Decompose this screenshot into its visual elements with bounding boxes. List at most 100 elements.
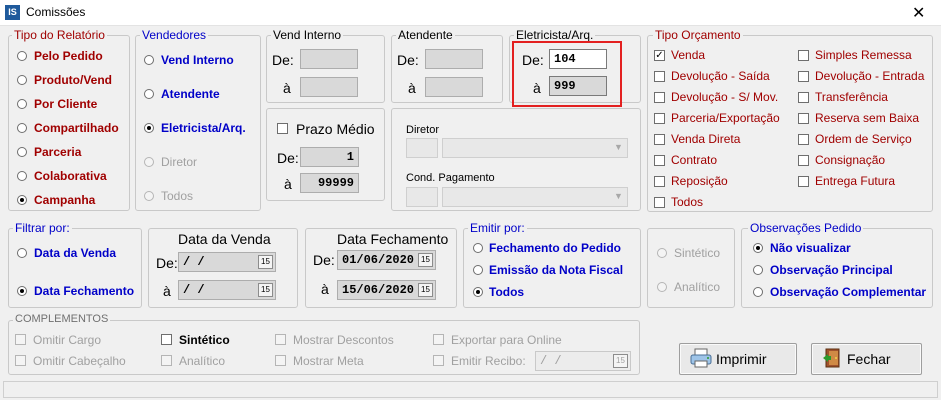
omitir-cargo-checkbox[interactable] — [15, 334, 26, 345]
tipo-relatorio-radio-compartilhado[interactable] — [17, 123, 27, 133]
orcamento-checkbox-contrato[interactable] — [654, 155, 665, 166]
vendedores-option-diretor: Diretor — [161, 155, 198, 169]
sa-radio-analitico[interactable] — [657, 282, 667, 292]
atendente-de-input[interactable] — [425, 49, 483, 69]
close-icon[interactable]: ✕ — [912, 3, 925, 23]
exportar-online-label: Exportar para Online — [451, 333, 562, 347]
tipo-relatorio-radio-produto-vend[interactable] — [17, 75, 27, 85]
calendar-icon[interactable]: 15 — [258, 283, 273, 297]
analitico-checkbox[interactable] — [161, 355, 172, 366]
orcamento-checkbox-venda-direta[interactable] — [654, 134, 665, 145]
filtrar-radio-data-da-venda[interactable] — [17, 248, 27, 258]
calendar-icon[interactable]: 15 — [418, 283, 433, 297]
app-icon: IS — [5, 5, 20, 20]
observacoes-radio-observacao-complementar[interactable] — [753, 287, 763, 297]
filtrar-option-data-da-venda: Data da Venda — [34, 246, 117, 260]
sintetico-checkbox[interactable] — [161, 334, 172, 345]
orcamento-checkbox-reposicao[interactable] — [654, 176, 665, 187]
status-bar — [3, 381, 938, 398]
title-bar — [0, 0, 941, 26]
vendedores-radio-todos[interactable] — [144, 191, 154, 201]
orcamento-checkbox-reserva-sem-baixa[interactable] — [798, 113, 809, 124]
orcamento-checkbox-todos[interactable] — [654, 197, 665, 208]
vend-interno-de-input[interactable] — [300, 49, 358, 69]
orcamento-checkbox-entrega-futura[interactable] — [798, 176, 809, 187]
observacoes-label: Observações Pedido — [748, 221, 864, 235]
vendedores-option-eletricista-arq: Eletricista/Arq. — [161, 121, 246, 135]
emitir-por-label: Emitir por: — [468, 221, 527, 235]
emitir-recibo-checkbox[interactable] — [433, 355, 444, 366]
recibo-calendar-icon[interactable]: 15 — [613, 354, 628, 368]
sa-option-analitico: Analítico — [674, 280, 721, 294]
vend-interno-a-input[interactable] — [300, 77, 358, 97]
sa-radio-sintetico[interactable] — [657, 248, 667, 258]
filtrar-radio-data-fechamento[interactable] — [17, 286, 27, 296]
tipo-relatorio-option-colaborativa: Colaborativa — [34, 169, 107, 183]
emitir-radio-todos[interactable] — [473, 287, 483, 297]
prazo-a-label: à — [284, 176, 292, 192]
vendedores-radio-diretor[interactable] — [144, 157, 154, 167]
omitir-cargo-label: Omitir Cargo — [33, 333, 102, 347]
orcamento-checkbox-ordem-de-servico[interactable] — [798, 134, 809, 145]
eletricista-de-input[interactable]: 104 — [549, 49, 607, 69]
orcamento-option-venda: Venda — [671, 48, 706, 62]
prazo-medio-checkbox[interactable] — [277, 123, 288, 134]
orcamento-option-devolucao-saida: Devolução - Saída — [671, 69, 770, 83]
analitico-label: Analítico — [179, 354, 226, 368]
calendar-icon[interactable]: 15 — [258, 255, 273, 269]
tipo-relatorio-option-campanha: Campanha — [34, 193, 96, 207]
orcamento-checkbox-devolucao-s-mov[interactable] — [654, 92, 665, 103]
vend-interno-label: Vend Interno — [271, 28, 344, 42]
tipo-relatorio-radio-campanha[interactable] — [17, 195, 27, 205]
observacoes-option-nao-visualizar: Não visualizar — [770, 241, 851, 255]
cond-pagamento-dropdown-arrow-icon[interactable]: ▼ — [614, 191, 623, 201]
vendedores-radio-vend-interno[interactable] — [144, 55, 154, 65]
orcamento-checkbox-transferencia[interactable] — [798, 92, 809, 103]
vendedores-radio-atendente[interactable] — [144, 89, 154, 99]
eletricista-de-label: De: — [522, 52, 544, 68]
data-fechamento-de-label: De: — [313, 252, 335, 268]
mostrar-descontos-checkbox[interactable] — [275, 334, 286, 345]
orcamento-checkbox-consignacao[interactable] — [798, 155, 809, 166]
atendente-de-label: De: — [397, 52, 419, 68]
orcamento-option-parceria-exportacao: Parceria/Exportação — [671, 111, 780, 125]
cond-pagamento-dropdown[interactable] — [442, 187, 628, 207]
orcamento-checkbox-devolucao-saida[interactable] — [654, 71, 665, 82]
exportar-online-checkbox[interactable] — [433, 334, 444, 345]
prazo-a-input[interactable]: 99999 — [300, 173, 359, 193]
sa-option-sintetico: Sintético — [674, 246, 721, 260]
tipo-relatorio-radio-colaborativa[interactable] — [17, 171, 27, 181]
calendar-icon[interactable]: 15 — [418, 253, 433, 267]
prazo-de-input[interactable]: 1 — [300, 147, 359, 167]
vendedores-option-todos: Todos — [161, 189, 194, 203]
eletricista-a-label: à — [533, 80, 541, 96]
atendente-a-input[interactable] — [425, 77, 483, 97]
vendedores-option-atendente: Atendente — [161, 87, 220, 101]
eletricista-a-input[interactable]: 999 — [549, 76, 607, 96]
diretor-dropdown[interactable] — [442, 138, 628, 158]
data-fechamento-a-label: à — [321, 281, 329, 297]
mostrar-meta-label: Mostrar Meta — [293, 354, 364, 368]
tipo-relatorio-radio-por-cliente[interactable] — [17, 99, 27, 109]
tipo-relatorio-radio-parceria[interactable] — [17, 147, 27, 157]
tipo-relatorio-option-parceria: Parceria — [34, 145, 82, 159]
mostrar-meta-checkbox[interactable] — [275, 355, 286, 366]
omitir-cabecalho-checkbox[interactable] — [15, 355, 26, 366]
orcamento-option-venda-direta: Venda Direta — [671, 132, 741, 146]
tipo-relatorio-radio-pelo-pedido[interactable] — [17, 51, 27, 61]
observacoes-radio-observacao-principal[interactable] — [753, 265, 763, 275]
orcamento-option-entrega-futura: Entrega Futura — [815, 174, 896, 188]
vendedores-radio-eletricista-arq[interactable] — [144, 123, 154, 133]
emitir-radio-emissao-da-nota-fiscal[interactable] — [473, 265, 483, 275]
diretor-dropdown-arrow-icon[interactable]: ▼ — [614, 142, 623, 152]
orcamento-checkbox-simples-remessa[interactable] — [798, 50, 809, 61]
orcamento-checkbox-venda[interactable]: ✓ — [654, 50, 665, 61]
emitir-radio-fechamento-do-pedido[interactable] — [473, 243, 483, 253]
diretor-code-field[interactable] — [406, 138, 438, 158]
mostrar-descontos-label: Mostrar Descontos — [293, 333, 394, 347]
orcamento-checkbox-parceria-exportacao[interactable] — [654, 113, 665, 124]
observacoes-radio-nao-visualizar[interactable] — [753, 243, 763, 253]
cond-pagamento-code-field[interactable] — [406, 187, 438, 207]
imprimir-label: Imprimir — [716, 351, 767, 367]
orcamento-checkbox-devolucao-entrada[interactable] — [798, 71, 809, 82]
